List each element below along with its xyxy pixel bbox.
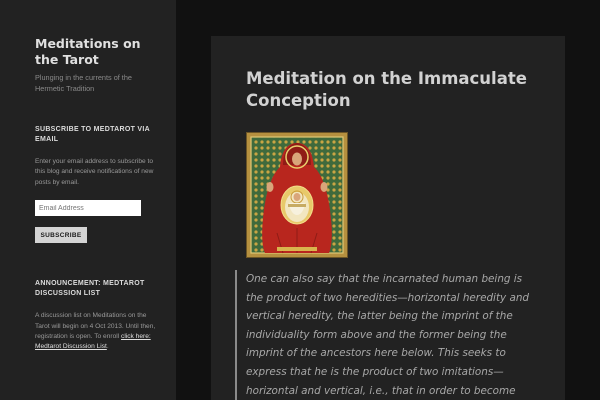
sidebar: Meditations on the Tarot Plunging in the… (0, 0, 176, 400)
announcement-widget-title: Announcement: MedTarot Discussion List (35, 280, 145, 298)
subscribe-button[interactable]: SUBSCRIBE (35, 227, 87, 244)
article-quote: One can also say that the incarnated hum… (235, 270, 540, 400)
site-tagline: Plunging in the currents of the Hermetic… (35, 73, 132, 93)
announcement-text-end: . (106, 343, 109, 351)
article-title: Meditation on the Immaculate Conception (246, 69, 527, 110)
subscribe-widget-text: Enter your email address to subscribe to… (35, 158, 154, 186)
subscribe-widget-title: Subscribe to MedTarot via Email (35, 126, 150, 143)
icon-image (246, 132, 348, 258)
site-title[interactable]: Meditations on the Tarot (35, 36, 156, 68)
email-field[interactable] (35, 200, 141, 217)
announcement-widget-text: A discussion list on Meditations on the … (35, 311, 156, 353)
madonna-icon (247, 133, 347, 257)
article: Meditation on the Immaculate Conception (211, 36, 565, 400)
